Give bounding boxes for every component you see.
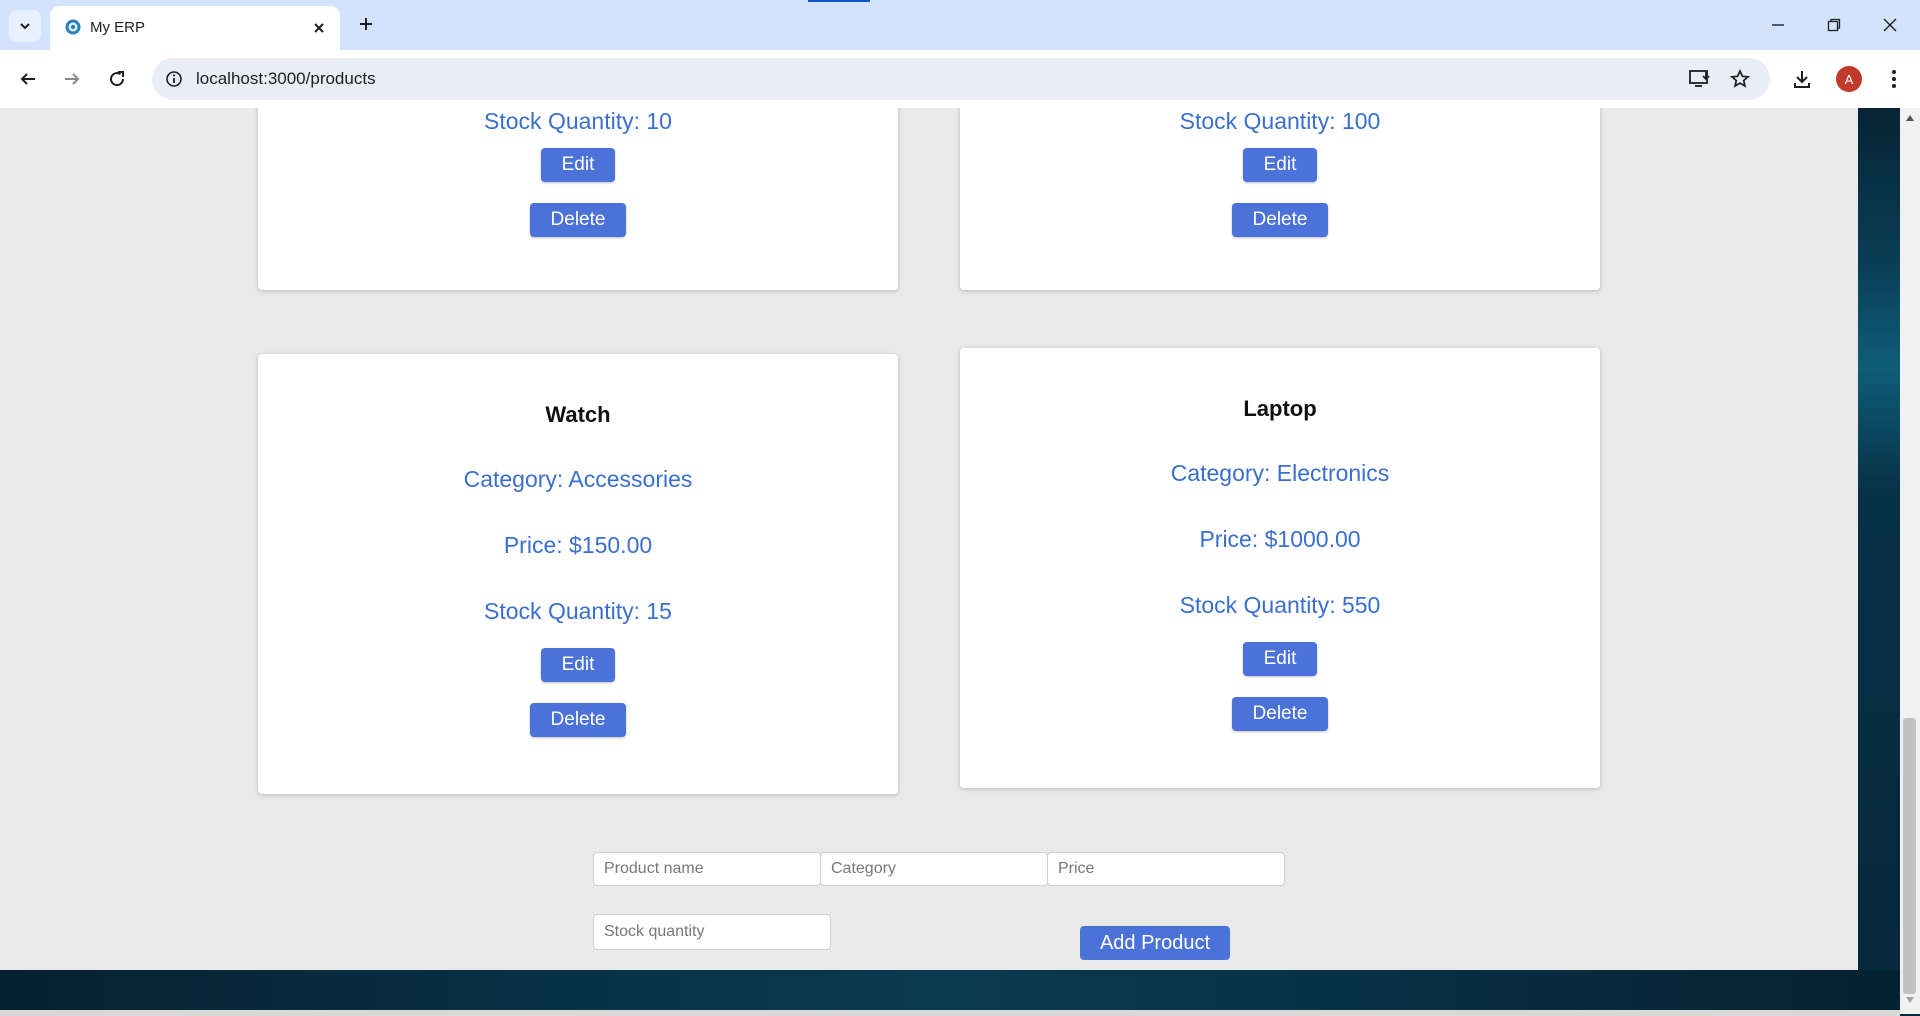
add-product-button[interactable]: Add Product [1080, 926, 1230, 960]
install-app-button[interactable] [1688, 67, 1712, 91]
delete-button[interactable]: Delete [530, 703, 626, 737]
scroll-up-button[interactable] [1900, 110, 1920, 126]
active-tab[interactable]: My ERP [50, 6, 340, 50]
product-category: Category: Accessories [463, 466, 693, 492]
profile-avatar[interactable]: A [1836, 66, 1862, 92]
browser-toolbar: localhost:3000/products A [0, 50, 1920, 108]
more-vertical-icon [1892, 70, 1896, 88]
desktop-background-strip [0, 970, 1900, 1014]
download-icon [1794, 71, 1810, 88]
bookmark-button[interactable] [1728, 67, 1752, 91]
menu-button[interactable] [1878, 63, 1910, 95]
url-text[interactable]: localhost:3000/products [196, 69, 376, 89]
minimize-icon [1772, 24, 1784, 26]
back-button[interactable] [12, 63, 44, 95]
price-input[interactable] [1047, 852, 1285, 886]
edit-button[interactable]: Edit [541, 148, 615, 182]
edit-button[interactable]: Edit [1243, 642, 1317, 676]
tab-title: My ERP [90, 19, 146, 36]
scrollbar-thumb[interactable] [1903, 718, 1916, 994]
edit-button[interactable]: Edit [1243, 148, 1317, 182]
globe-icon [65, 19, 81, 35]
stock-quantity-input[interactable] [593, 914, 831, 950]
close-window-button[interactable] [1862, 6, 1918, 44]
address-bar[interactable]: localhost:3000/products [152, 58, 1770, 100]
plus-icon [360, 18, 372, 30]
site-info-button[interactable] [162, 67, 186, 91]
tab-search-button[interactable] [9, 10, 41, 42]
delete-button[interactable]: Delete [1232, 203, 1328, 237]
scroll-down-button[interactable] [1900, 992, 1920, 1008]
product-stock: Stock Quantity: 10 [484, 108, 672, 134]
triangle-down-icon [1906, 997, 1914, 1003]
restore-icon [1827, 18, 1841, 32]
new-tab-button[interactable] [352, 10, 380, 38]
product-price: Price: $150.00 [503, 532, 653, 558]
reload-icon [110, 71, 125, 87]
product-stock: Stock Quantity: 15 [484, 598, 672, 624]
install-icon [1689, 70, 1710, 87]
star-icon [1730, 69, 1750, 88]
downloads-button[interactable] [1786, 63, 1818, 95]
horizontal-scrollbar[interactable] [0, 1010, 1900, 1016]
product-card: Watch Category: Accessories Price: $150.… [258, 354, 898, 794]
loading-indicator [808, 0, 870, 2]
close-icon [1883, 18, 1897, 32]
tab-strip: My ERP [0, 0, 1920, 50]
product-category: Category: Electronics [1170, 460, 1390, 486]
delete-button[interactable]: Delete [530, 203, 626, 237]
arrow-left-icon [20, 73, 35, 85]
minimize-button[interactable] [1750, 6, 1806, 44]
product-name-input[interactable] [593, 852, 821, 886]
restore-button[interactable] [1806, 6, 1862, 44]
page-viewport: Stock Quantity: 10 Edit Delete Stock Qua… [0, 108, 1858, 970]
product-card: Stock Quantity: 10 Edit Delete [258, 108, 898, 290]
close-icon [314, 23, 324, 33]
forward-button[interactable] [56, 63, 88, 95]
product-card: Stock Quantity: 100 Edit Delete [960, 108, 1600, 290]
product-stock: Stock Quantity: 100 [1179, 108, 1381, 134]
info-icon [166, 71, 182, 87]
category-input[interactable] [820, 852, 1048, 886]
arrow-right-icon [65, 73, 80, 85]
reload-button[interactable] [101, 63, 133, 95]
edit-button[interactable]: Edit [541, 648, 615, 682]
desktop-background [1858, 108, 1900, 970]
chevron-down-icon [20, 23, 30, 30]
product-card: Laptop Category: Electronics Price: $100… [960, 348, 1600, 788]
product-name: Laptop [1243, 396, 1317, 421]
delete-button[interactable]: Delete [1232, 697, 1328, 731]
product-price: Price: $1000.00 [1199, 526, 1361, 552]
tab-close-button[interactable] [308, 17, 330, 39]
product-stock: Stock Quantity: 550 [1179, 592, 1381, 618]
product-name: Watch [545, 402, 611, 427]
triangle-up-icon [1906, 115, 1914, 121]
